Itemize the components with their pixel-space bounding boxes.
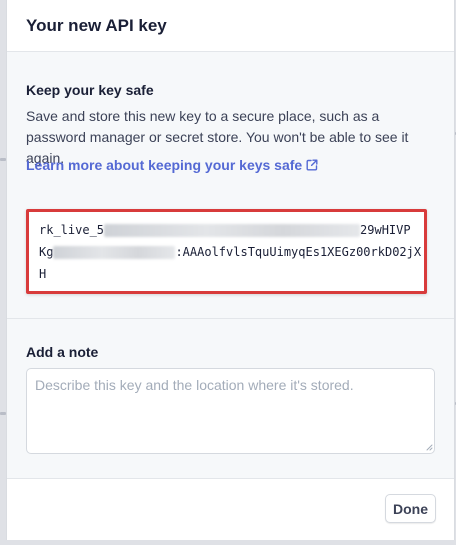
resize-grip-icon[interactable]: [425, 443, 433, 451]
keep-key-safe-heading: Keep your key safe: [26, 82, 154, 98]
done-button[interactable]: Done: [385, 494, 436, 523]
note-textarea[interactable]: [26, 368, 435, 454]
api-key-line-2: Kg :AAAolfvlsTquUimyqEs1XEGz00rkD02jX: [39, 245, 421, 259]
learn-more-link-label: Learn more about keeping your keys safe: [26, 157, 303, 173]
modal-title: Your new API key: [26, 16, 167, 35]
api-key-line-3: H: [39, 267, 46, 281]
modal-header: Your new API key: [7, 0, 454, 52]
api-key-line-1: rk_live_5 29wHIVP: [39, 223, 411, 237]
external-link-icon: [306, 159, 318, 171]
redacted-segment: [104, 224, 361, 237]
api-key-segment: :AAAolfvlsTquUimyqEs1XEGz00rkD02jX: [175, 245, 422, 259]
api-key-prefix: rk_live_5: [39, 223, 105, 237]
api-key-segment: 29wHIVP: [360, 223, 411, 237]
section-divider: [7, 318, 454, 319]
api-key-segment: H: [39, 267, 47, 281]
api-key-display[interactable]: rk_live_5 29wHIVP Kg :AAAolfvlsTquUimyqEs1…: [26, 209, 427, 294]
api-key-segment: Kg: [39, 245, 54, 259]
modal-footer: Done: [7, 478, 454, 540]
add-note-heading: Add a note: [26, 344, 99, 360]
learn-more-link[interactable]: Learn more about keeping your keys safe: [26, 157, 318, 173]
api-key-modal: Your new API key Keep your key safe Save…: [6, 0, 455, 540]
modal-body: Keep your key safe Save and store this n…: [7, 52, 454, 478]
redacted-segment: [53, 246, 176, 259]
